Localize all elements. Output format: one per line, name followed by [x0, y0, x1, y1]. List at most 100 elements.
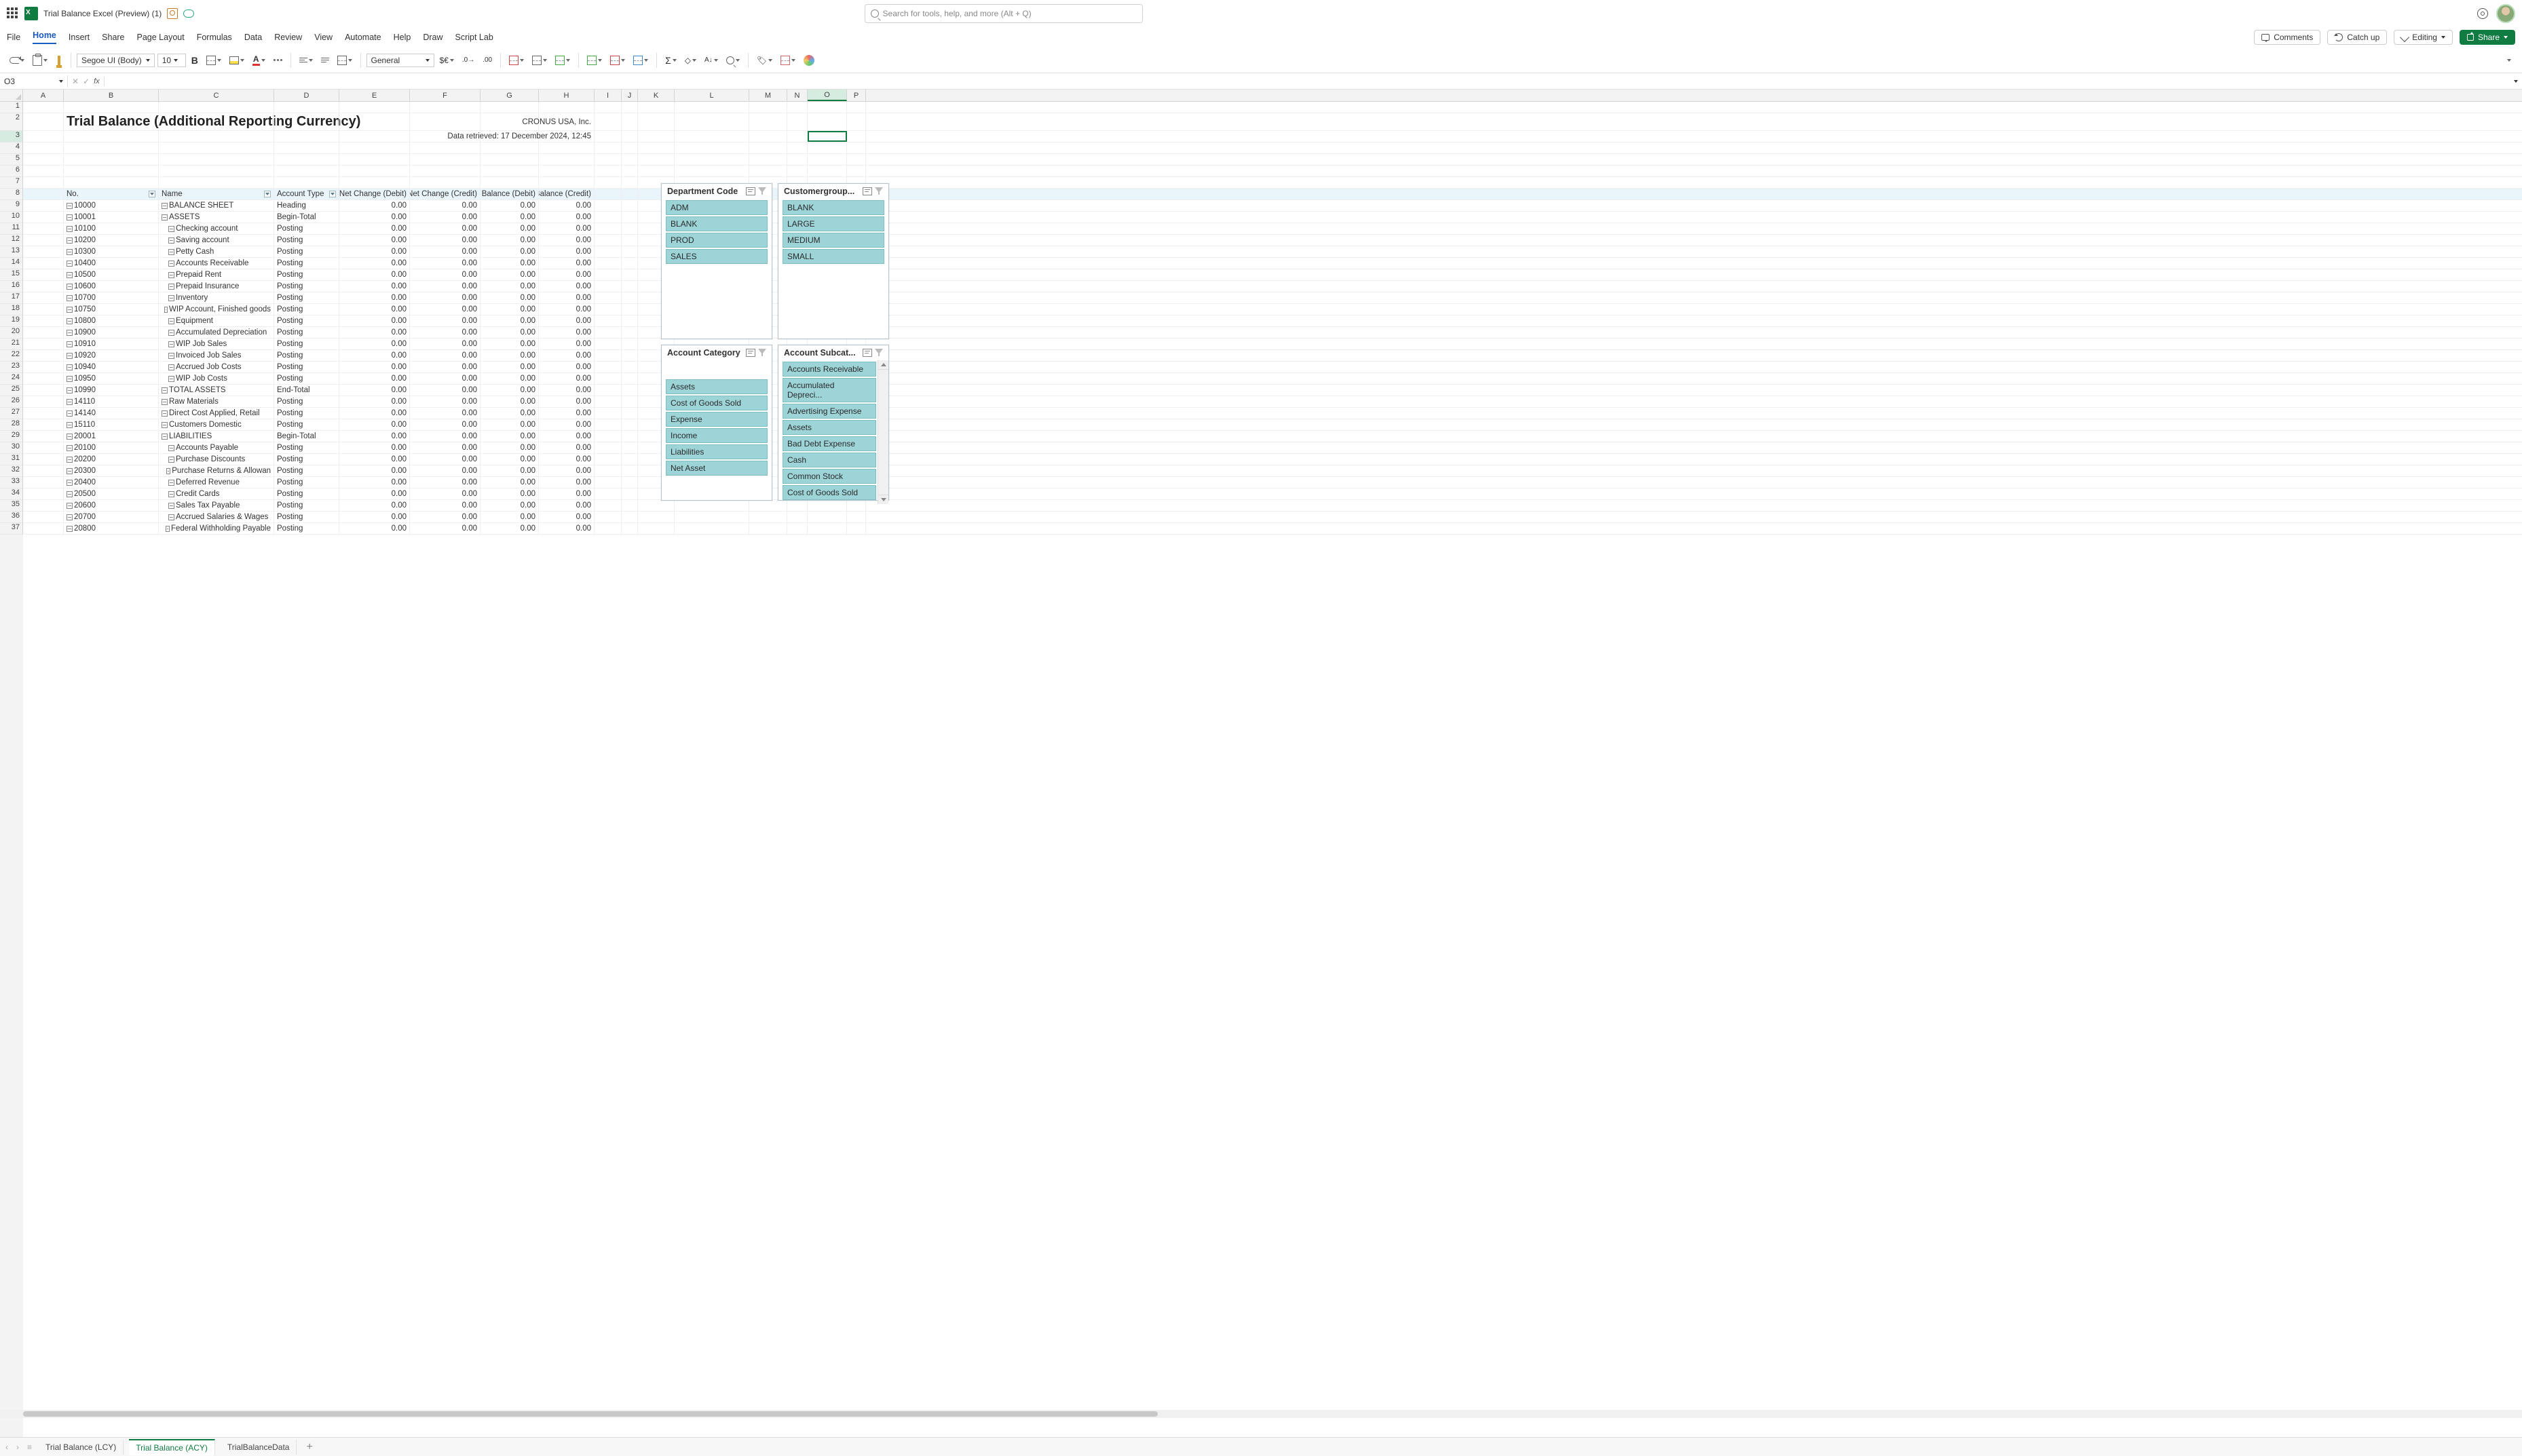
- cell[interactable]: [23, 315, 64, 326]
- cell[interactable]: 10750: [64, 304, 159, 315]
- cell[interactable]: [808, 142, 847, 153]
- undo-button[interactable]: [7, 52, 27, 69]
- outline-toggle-icon[interactable]: [162, 410, 168, 417]
- formula-input[interactable]: [105, 80, 2514, 83]
- cell[interactable]: [339, 142, 410, 153]
- sensitivity-button[interactable]: 🏷: [754, 52, 775, 69]
- slicer-account-subcat[interactable]: Account Subcat... Accounts ReceivableAcc…: [778, 345, 889, 501]
- cell[interactable]: [23, 327, 64, 338]
- cell[interactable]: [622, 350, 638, 361]
- cell[interactable]: 0.00: [339, 431, 410, 442]
- cell[interactable]: [23, 465, 64, 476]
- cell[interactable]: 0.00: [539, 200, 595, 211]
- outline-toggle-icon[interactable]: [162, 203, 168, 209]
- cell[interactable]: [749, 523, 787, 534]
- cell[interactable]: Posting: [274, 327, 339, 338]
- row-header[interactable]: 26: [0, 396, 23, 408]
- cell[interactable]: [339, 154, 410, 165]
- col-header-H[interactable]: H: [539, 90, 595, 101]
- outline-toggle-icon[interactable]: [67, 387, 73, 394]
- cell[interactable]: No.: [64, 189, 159, 199]
- cell[interactable]: 20600: [64, 500, 159, 511]
- outline-toggle-icon[interactable]: [162, 422, 168, 428]
- col-header-P[interactable]: P: [847, 90, 866, 101]
- cell[interactable]: [23, 166, 64, 176]
- cell[interactable]: [23, 523, 64, 534]
- cell[interactable]: 20800: [64, 523, 159, 534]
- cell[interactable]: [638, 102, 675, 113]
- slicer-item[interactable]: SALES: [666, 249, 768, 264]
- row-header[interactable]: 34: [0, 488, 23, 500]
- row-header[interactable]: 36: [0, 512, 23, 523]
- cell[interactable]: [410, 154, 481, 165]
- outline-toggle-icon[interactable]: [67, 295, 73, 301]
- cell[interactable]: Posting: [274, 454, 339, 465]
- outline-toggle-icon[interactable]: [67, 237, 73, 244]
- cell[interactable]: [595, 269, 622, 280]
- catch-up-button[interactable]: Catch up: [2327, 30, 2387, 45]
- multi-select-icon[interactable]: [863, 187, 872, 195]
- cell[interactable]: [595, 212, 622, 223]
- cell[interactable]: [64, 166, 159, 176]
- cell[interactable]: [675, 523, 749, 534]
- cell[interactable]: 0.00: [481, 235, 539, 246]
- cell[interactable]: Accumulated Depreciation: [159, 327, 274, 338]
- row-header[interactable]: 9: [0, 200, 23, 212]
- cell[interactable]: Posting: [274, 269, 339, 280]
- row-header[interactable]: 29: [0, 431, 23, 442]
- cell[interactable]: 10950: [64, 373, 159, 384]
- cell[interactable]: Prepaid Rent: [159, 269, 274, 280]
- outline-toggle-icon[interactable]: [168, 376, 174, 382]
- cell[interactable]: [159, 142, 274, 153]
- slicer-item[interactable]: MEDIUM: [783, 233, 884, 248]
- cell[interactable]: [23, 339, 64, 349]
- cell[interactable]: [23, 269, 64, 280]
- cell[interactable]: [622, 166, 638, 176]
- cell[interactable]: 0.00: [339, 350, 410, 361]
- cell[interactable]: Begin-Total: [274, 212, 339, 223]
- cell[interactable]: Posting: [274, 304, 339, 315]
- cell[interactable]: 0.00: [481, 246, 539, 257]
- cell[interactable]: [675, 154, 749, 165]
- select-all-corner[interactable]: [0, 90, 23, 101]
- slicer-item[interactable]: Cost of Goods Sold: [783, 485, 876, 500]
- wrap-text-button[interactable]: [318, 52, 332, 69]
- row-header[interactable]: 20: [0, 327, 23, 339]
- outline-toggle-icon[interactable]: [67, 457, 73, 463]
- cell[interactable]: 0.00: [410, 362, 481, 372]
- cell[interactable]: [23, 177, 64, 188]
- addins-button[interactable]: [778, 52, 798, 69]
- slicer-item[interactable]: Net Asset: [666, 461, 768, 476]
- cell[interactable]: 0.00: [539, 431, 595, 442]
- cell[interactable]: 20001: [64, 431, 159, 442]
- sensitivity-icon[interactable]: [167, 8, 178, 19]
- cell[interactable]: [622, 304, 638, 315]
- menu-home[interactable]: Home: [33, 31, 56, 44]
- cell[interactable]: [410, 166, 481, 176]
- cell[interactable]: [622, 200, 638, 211]
- outline-toggle-icon[interactable]: [168, 457, 174, 463]
- cell[interactable]: 0.00: [539, 454, 595, 465]
- cell[interactable]: [622, 235, 638, 246]
- cell[interactable]: [274, 131, 339, 142]
- autosum-button[interactable]: Σ: [662, 52, 679, 69]
- cell[interactable]: 15110: [64, 419, 159, 430]
- cell[interactable]: 0.00: [339, 200, 410, 211]
- multi-select-icon[interactable]: [746, 187, 755, 195]
- cell[interactable]: [749, 166, 787, 176]
- cell[interactable]: [808, 113, 847, 130]
- slicer-item[interactable]: SMALL: [783, 249, 884, 264]
- cell[interactable]: [622, 281, 638, 292]
- cell[interactable]: [595, 235, 622, 246]
- outline-toggle-icon[interactable]: [67, 399, 73, 405]
- outline-toggle-icon[interactable]: [67, 445, 73, 451]
- cell[interactable]: 10900: [64, 327, 159, 338]
- outline-toggle-icon[interactable]: [168, 284, 174, 290]
- cell[interactable]: WIP Job Costs: [159, 373, 274, 384]
- cell[interactable]: 0.00: [410, 212, 481, 223]
- cell[interactable]: [595, 166, 622, 176]
- cell[interactable]: [159, 131, 274, 142]
- menu-automate[interactable]: Automate: [345, 33, 381, 42]
- cell[interactable]: 0.00: [481, 454, 539, 465]
- row-header[interactable]: 31: [0, 454, 23, 465]
